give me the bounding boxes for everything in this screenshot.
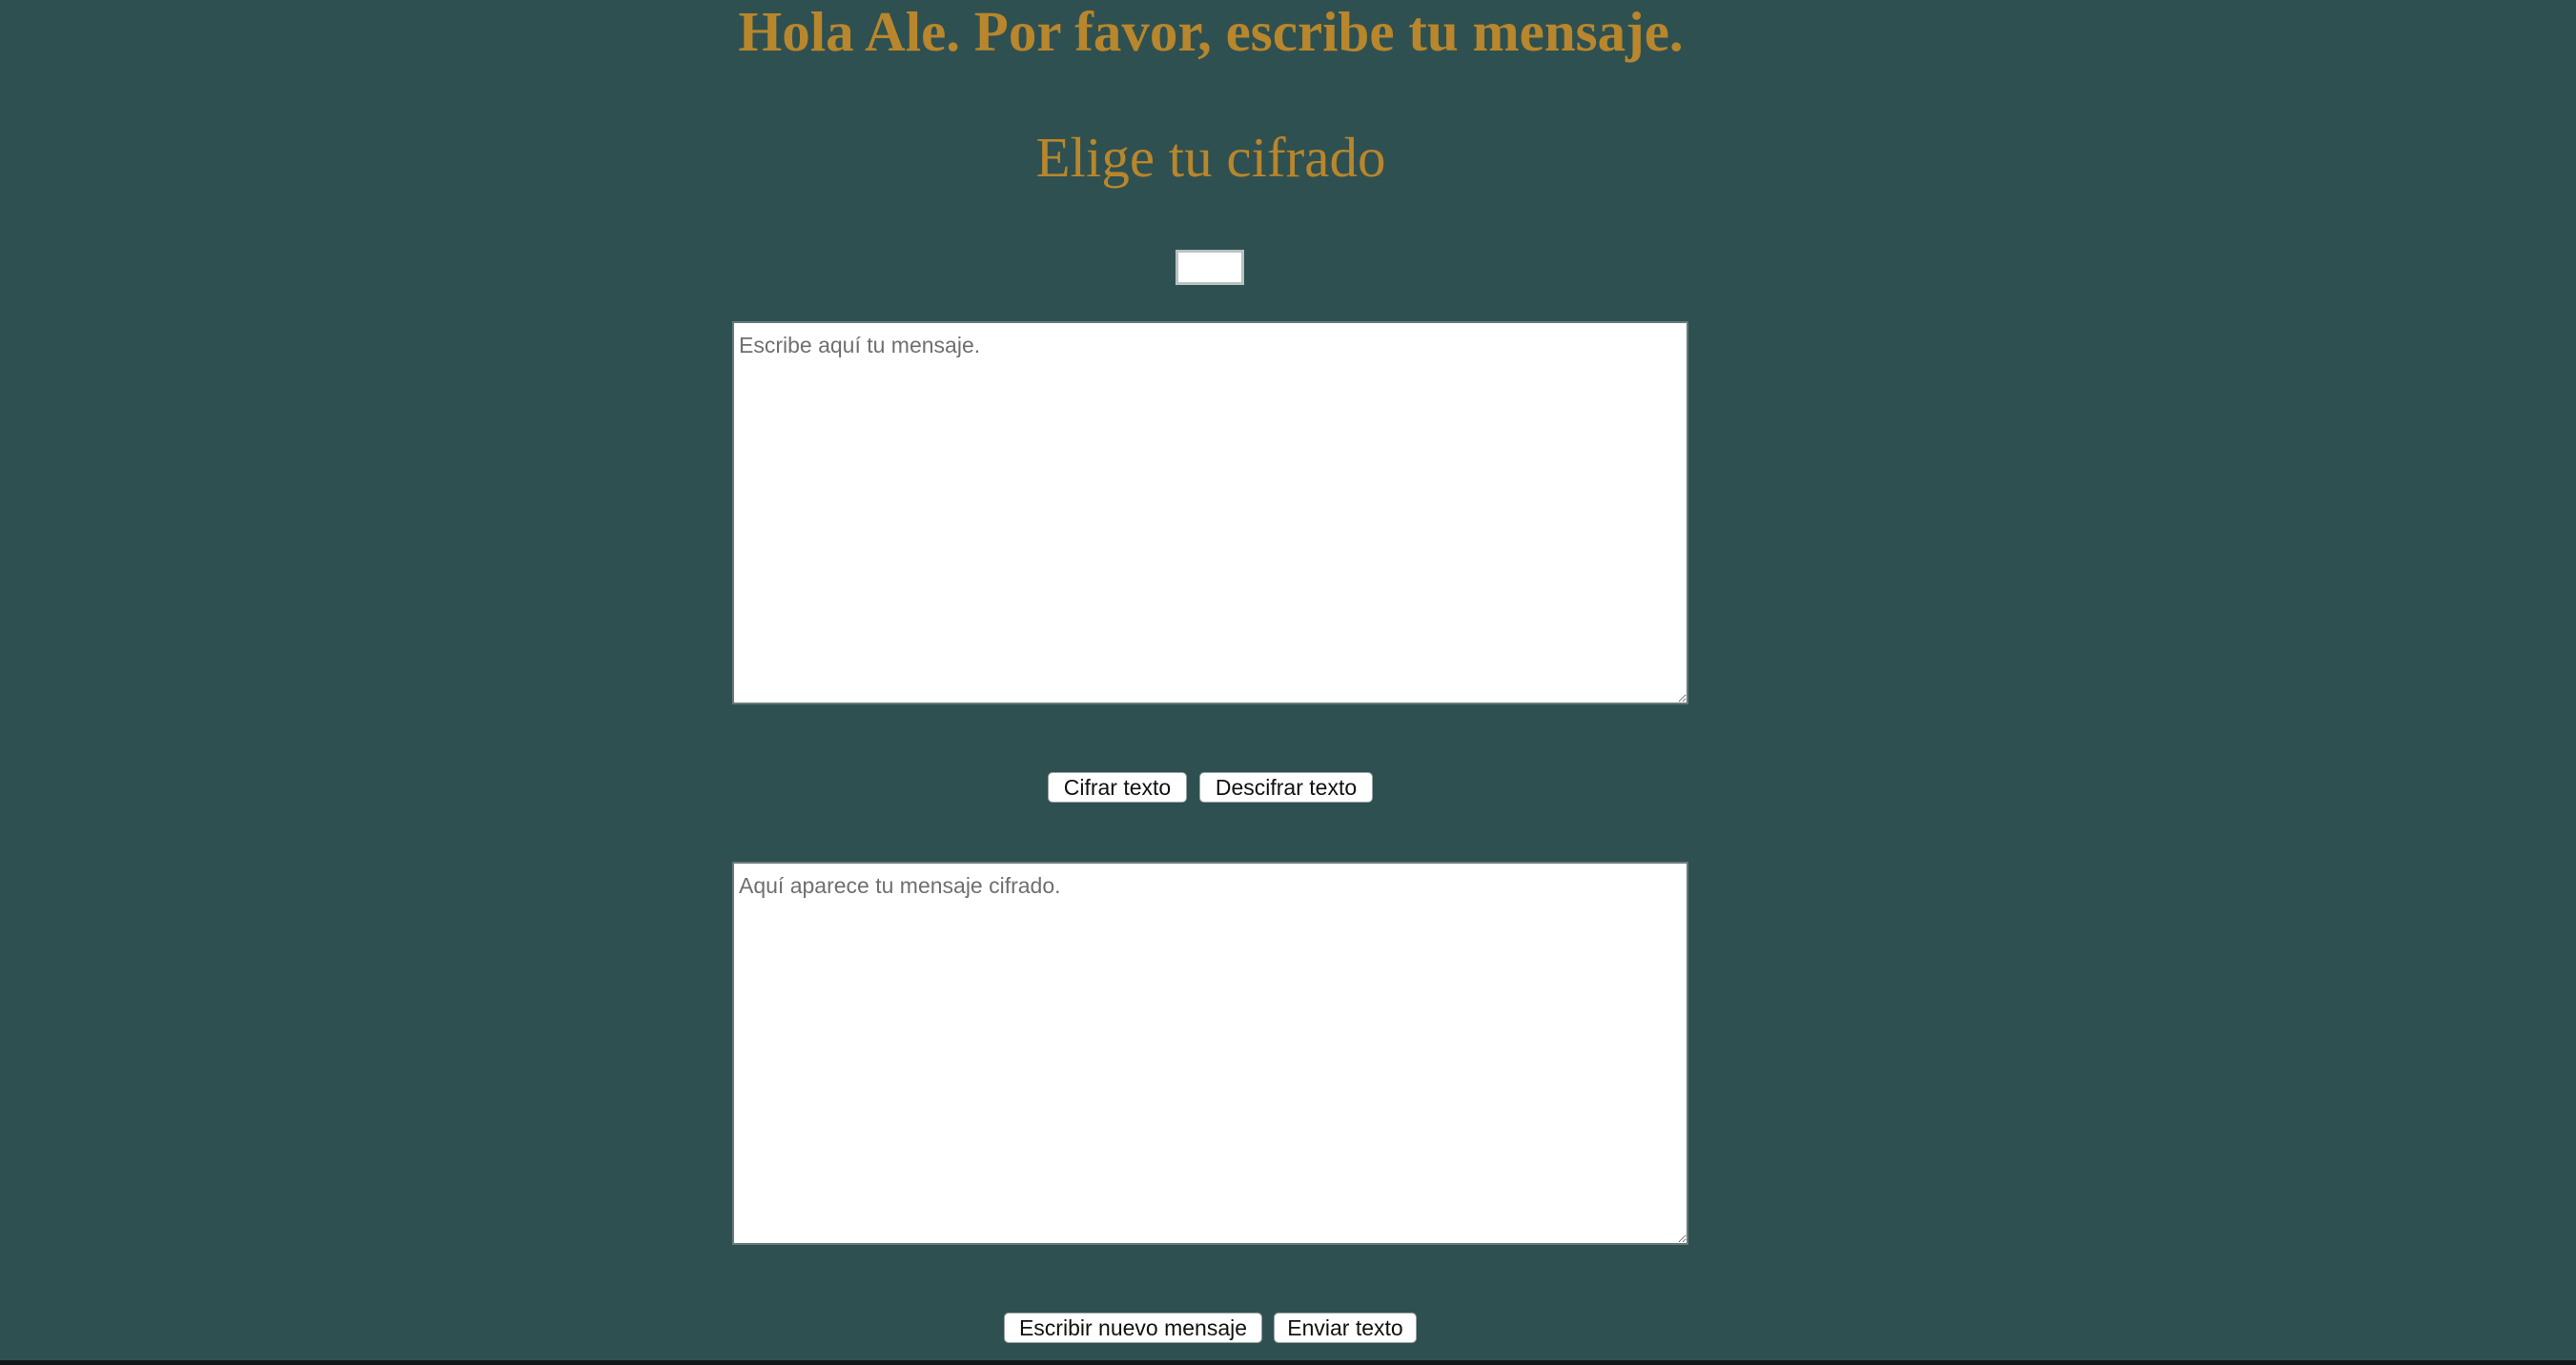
send-text-button[interactable]: Enviar texto [1274,1313,1417,1343]
message-input-textarea[interactable] [732,321,1688,704]
cipher-prompt-heading: Elige tu cifrado [1035,126,1386,189]
window-bottom-edge [0,1360,2576,1365]
message-output-textarea[interactable] [732,862,1688,1245]
encrypt-button[interactable]: Cifrar texto [1048,772,1187,803]
cipher-offset-input[interactable] [1176,250,1244,285]
new-message-button[interactable]: Escribir nuevo mensaje [1004,1313,1262,1343]
decrypt-button[interactable]: Descifrar texto [1199,772,1373,803]
page: Hola Ale. Por favor, escribe tu mensaje.… [0,0,2576,1365]
page-title: Hola Ale. Por favor, escribe tu mensaje. [738,0,1684,63]
